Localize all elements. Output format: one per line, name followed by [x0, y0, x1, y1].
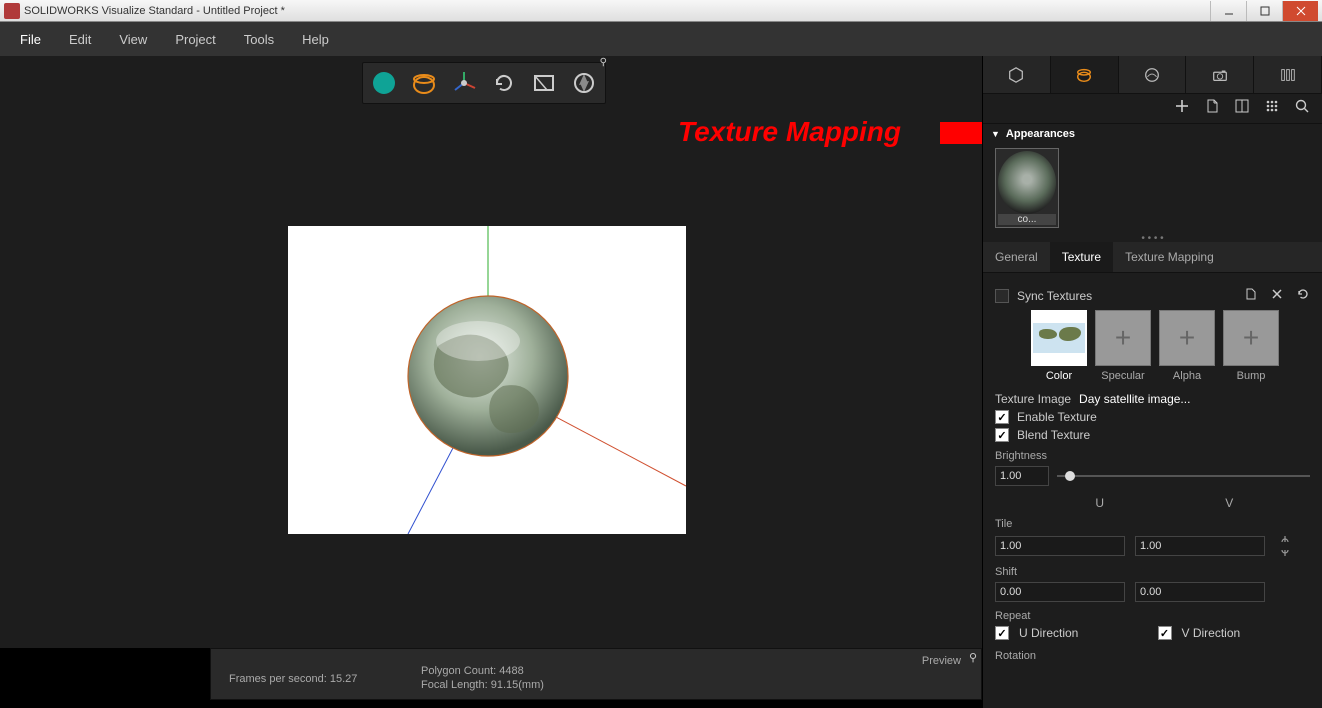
manipulator-button[interactable] [451, 70, 477, 96]
layout-split-icon[interactable] [1234, 98, 1250, 119]
properties-panel: ▼ Appearances co... • • • • General Text… [982, 56, 1322, 708]
sync-textures-label: Sync Textures [1017, 289, 1092, 303]
texture-image-label: Texture Image [995, 392, 1071, 406]
texture-new-icon[interactable] [1244, 287, 1258, 304]
menu-help[interactable]: Help [288, 24, 343, 55]
window-close-button[interactable] [1282, 1, 1318, 21]
texture-refresh-icon[interactable] [1296, 287, 1310, 304]
repeat-u-checkbox[interactable] [995, 626, 1009, 640]
appearance-thumbnail[interactable]: co... [995, 148, 1059, 228]
appearances-section-header[interactable]: ▼ Appearances [983, 124, 1322, 144]
texture-slot-bump[interactable]: + Bump [1223, 310, 1279, 382]
enable-texture-label: Enable Texture [1017, 410, 1097, 424]
tab-models[interactable] [983, 56, 1051, 93]
menu-edit[interactable]: Edit [55, 24, 105, 55]
menu-tools[interactable]: Tools [230, 24, 288, 55]
tile-link-icon[interactable] [1279, 534, 1291, 558]
enable-texture-checkbox[interactable] [995, 410, 1009, 424]
collapse-icon: ▼ [991, 129, 1000, 139]
appearance-button[interactable] [411, 70, 437, 96]
tab-appearances[interactable] [1051, 56, 1119, 93]
subtab-texture-mapping[interactable]: Texture Mapping [1113, 242, 1226, 272]
sync-textures-checkbox[interactable] [995, 289, 1009, 303]
search-icon[interactable] [1294, 98, 1310, 119]
appearances-label: Appearances [1006, 128, 1075, 140]
repeat-v-label: V Direction [1182, 626, 1311, 640]
appearance-thumb-label: co... [998, 214, 1056, 225]
texture-slot-row: Color + Specular + Alpha + Bump [1031, 310, 1310, 382]
statusbar-pin-icon[interactable]: ⚲ [969, 651, 977, 664]
shift-v-input[interactable] [1135, 582, 1265, 602]
subtab-general[interactable]: General [983, 242, 1050, 272]
texture-properties-scroll[interactable]: Sync Textures Color + Specular + Alpha + [983, 273, 1322, 708]
brightness-label: Brightness [995, 450, 1310, 462]
add-icon[interactable] [1174, 98, 1190, 119]
tile-v-input[interactable] [1135, 536, 1265, 556]
brightness-input[interactable] [995, 466, 1049, 486]
polygon-count-readout: Polygon Count: 4488 [421, 665, 524, 677]
main-toolbar: ⚲ [362, 62, 606, 104]
rotation-label: Rotation [995, 650, 1310, 662]
texture-slot-color[interactable]: Color [1031, 310, 1087, 382]
slot-specular-label: Specular [1095, 370, 1151, 382]
slot-alpha-label: Alpha [1159, 370, 1215, 382]
camera-aperture-button[interactable] [571, 70, 597, 96]
tile-label: Tile [995, 518, 1310, 530]
annotation-text: Texture Mapping [678, 116, 901, 148]
texture-slot-alpha[interactable]: + Alpha [1159, 310, 1215, 382]
v-header: V [1165, 496, 1295, 510]
tab-libraries[interactable] [1254, 56, 1322, 93]
slot-bump-label: Bump [1223, 370, 1279, 382]
focal-length-readout: Focal Length: 91.15(mm) [421, 679, 544, 691]
panel-tool-row [983, 94, 1322, 124]
status-bar: ⚲ Preview Frames per second: 15.27 Polyg… [210, 648, 982, 700]
window-title: SOLIDWORKS Visualize Standard - Untitled… [24, 5, 285, 17]
window-minimize-button[interactable] [1210, 1, 1246, 21]
repeat-label: Repeat [995, 610, 1310, 622]
brightness-slider[interactable] [1057, 466, 1310, 486]
u-header: U [1035, 496, 1165, 510]
blend-texture-checkbox[interactable] [995, 428, 1009, 442]
tab-cameras[interactable] [1186, 56, 1254, 93]
slot-color-label: Color [1031, 370, 1087, 382]
texture-image-value[interactable]: Day satellite image... [1079, 392, 1190, 406]
app-icon [4, 3, 20, 19]
shift-label: Shift [995, 566, 1310, 578]
tile-u-input[interactable] [995, 536, 1125, 556]
color-texture-thumb [1033, 323, 1085, 353]
menu-file[interactable]: File [6, 24, 55, 55]
property-subtabs: General Texture Texture Mapping [983, 242, 1322, 273]
render-canvas[interactable] [288, 226, 686, 534]
refresh-button[interactable] [491, 70, 517, 96]
blend-texture-label: Blend Texture [1017, 428, 1090, 442]
tab-scenes[interactable] [1119, 56, 1187, 93]
pin-icon[interactable]: ⚲ [600, 57, 607, 68]
preview-label[interactable]: Preview [922, 655, 961, 667]
window-titlebar: SOLIDWORKS Visualize Standard - Untitled… [0, 0, 1322, 22]
menu-project[interactable]: Project [161, 24, 229, 55]
render-mode-button[interactable] [371, 70, 397, 96]
fps-readout: Frames per second: 15.27 [229, 673, 357, 685]
texture-slot-specular[interactable]: + Specular [1095, 310, 1151, 382]
panel-category-tabs [983, 56, 1322, 94]
shift-u-input[interactable] [995, 582, 1125, 602]
new-file-icon[interactable] [1204, 98, 1220, 119]
appearance-preview [998, 151, 1056, 214]
window-maximize-button[interactable] [1246, 1, 1282, 21]
menubar: File Edit View Project Tools Help [0, 22, 1322, 56]
viewport-layout-button[interactable] [531, 70, 557, 96]
repeat-u-label: U Direction [1019, 626, 1148, 640]
grid-view-icon[interactable] [1264, 98, 1280, 119]
subtab-texture[interactable]: Texture [1050, 242, 1113, 272]
repeat-v-checkbox[interactable] [1158, 626, 1172, 640]
texture-delete-icon[interactable] [1270, 287, 1284, 304]
menu-view[interactable]: View [105, 24, 161, 55]
